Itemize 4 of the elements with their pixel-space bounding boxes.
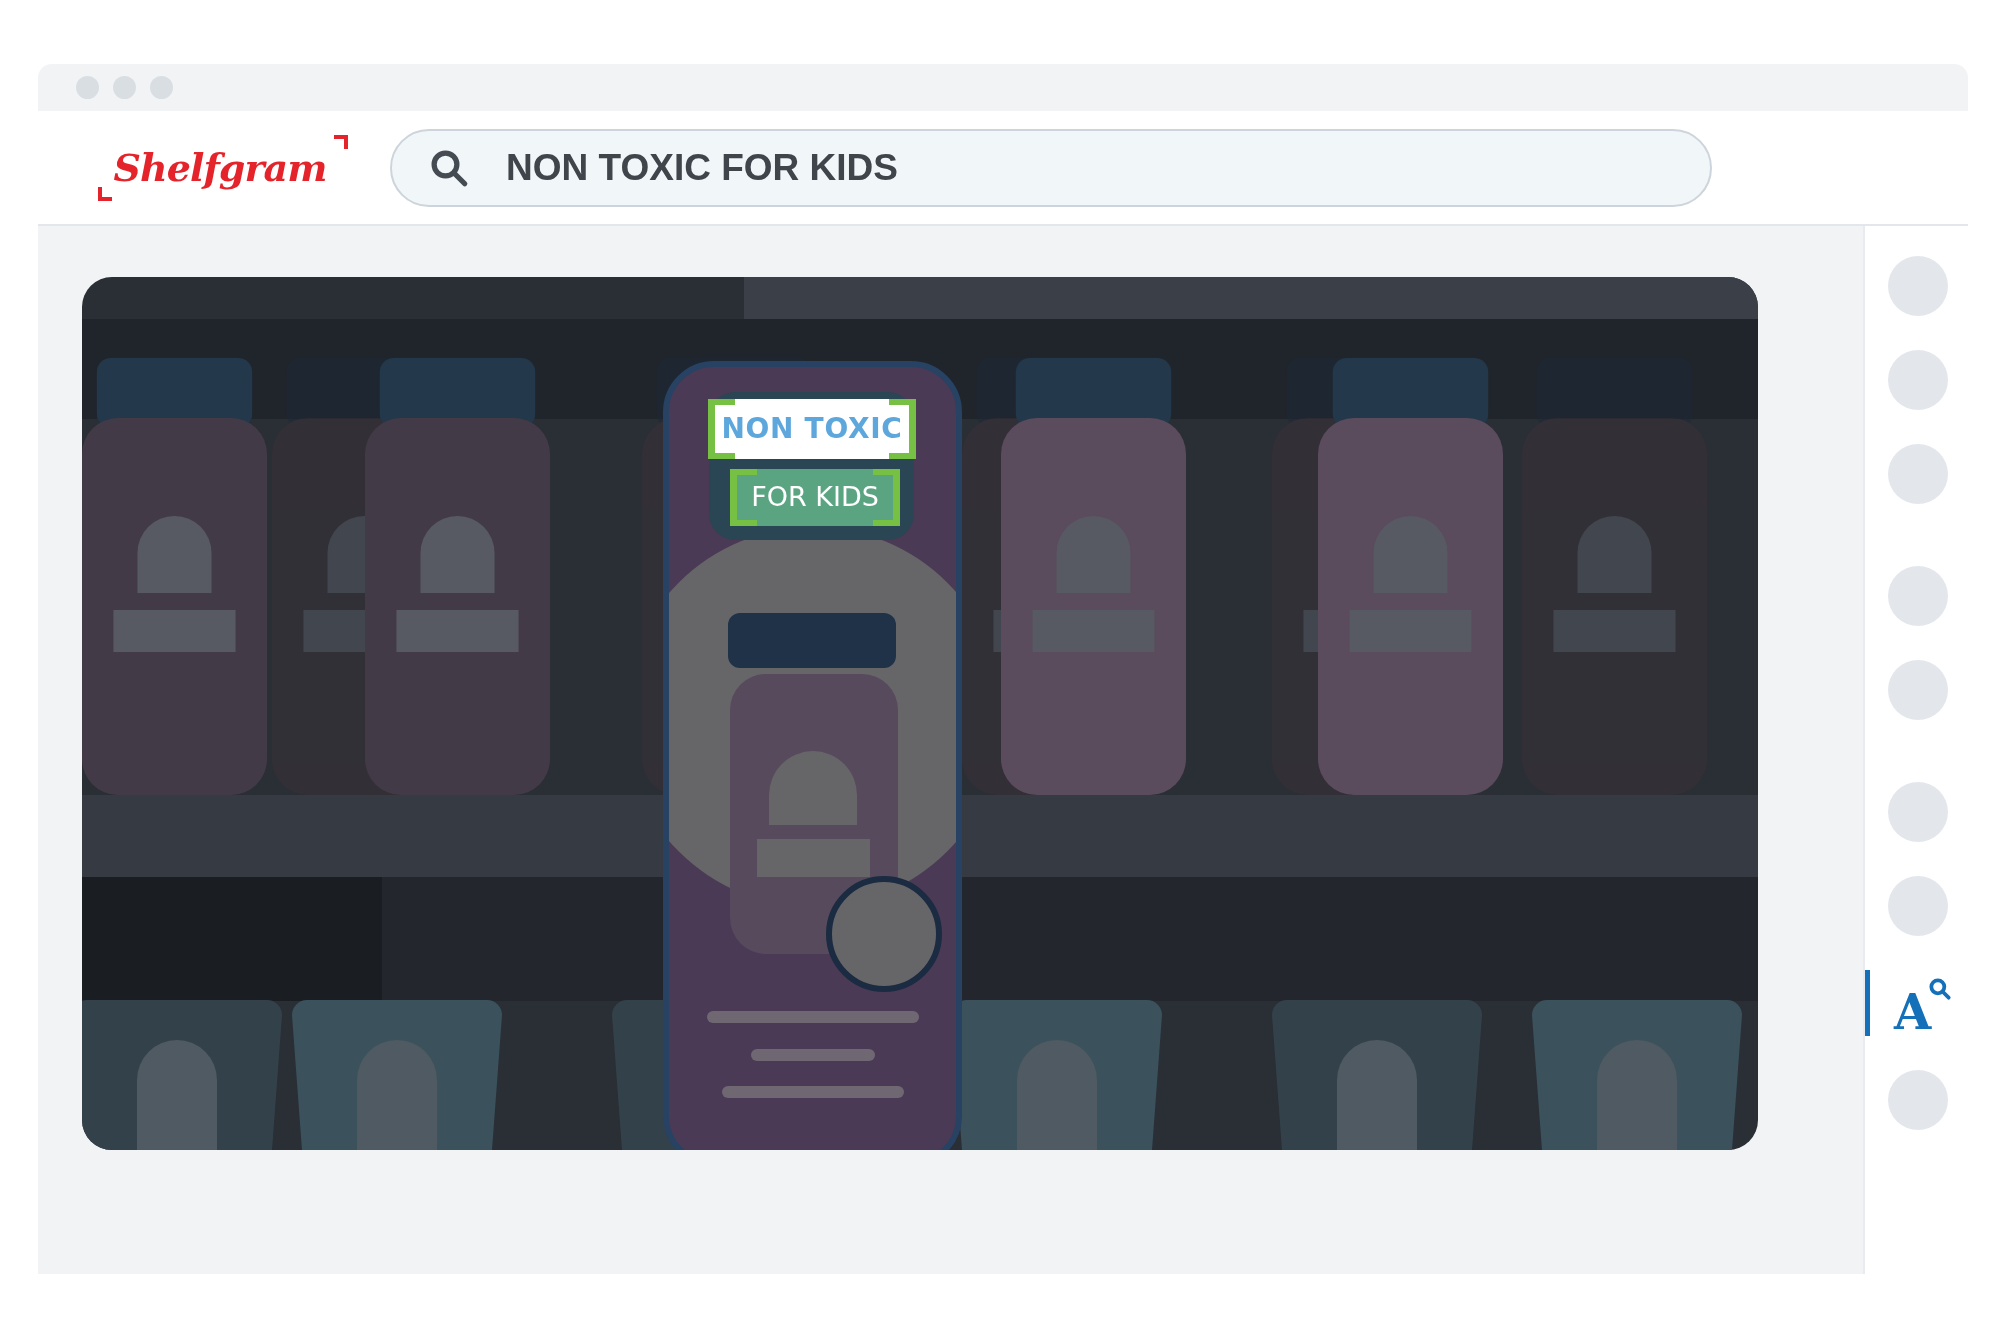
- product-label: FOR KIDS: [730, 469, 900, 526]
- logo[interactable]: Shelfgram: [98, 130, 348, 205]
- search-field[interactable]: NON TOXIC FOR KIDS: [390, 128, 1712, 207]
- product-label: NON TOXIC: [708, 399, 916, 459]
